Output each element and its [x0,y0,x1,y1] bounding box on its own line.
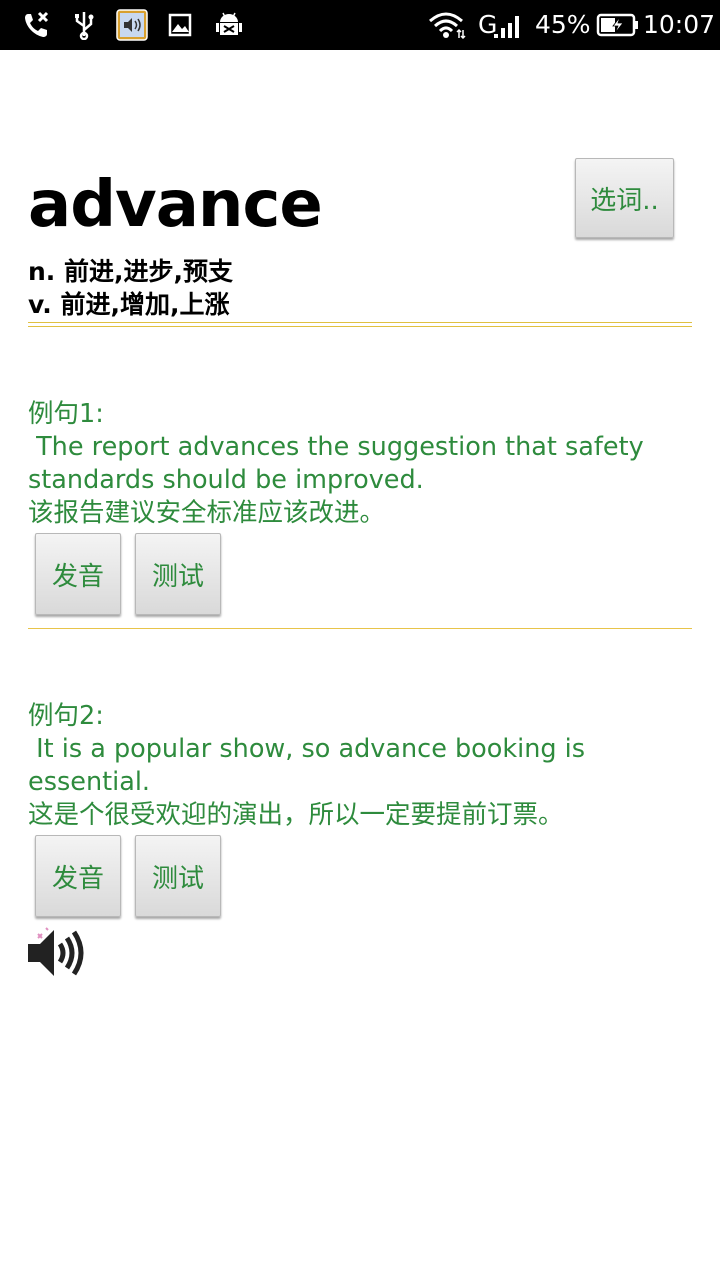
signal-icon [494,16,519,38]
example-2-label: 例句2: [28,701,104,731]
clock: 10:07 [643,10,716,39]
example-1-english-line1: The report advances the suggestion that … [28,432,644,462]
speaker-icon[interactable] [26,926,88,980]
example-1: 例句1: The report advances the suggestion … [28,398,688,530]
example-2-chinese: 这是个很受欢迎的演出，所以一定要提前订票。 [28,800,564,830]
definitions: n. 前进,进步,预支 v. 前进,增加,上涨 [28,255,233,321]
example-2-pronounce-button[interactable]: 发音 [35,835,121,917]
definition-verb: v. 前进,增加,上涨 [28,290,230,319]
example-1-test-button[interactable]: 测试 [135,533,221,615]
example-divider [28,628,692,629]
wifi-icon [429,12,466,40]
example-1-chinese: 该报告建议安全标准应该改进。 [28,498,386,528]
example-2-test-button[interactable]: 测试 [135,835,221,917]
example-2-english-line1: It is a popular show, so advance booking… [28,734,586,764]
usb-icon [75,12,94,40]
header-divider [28,322,692,327]
image-icon [168,13,192,37]
example-1-label: 例句1: [28,399,104,429]
example-2: 例句2: It is a popular show, so advance bo… [28,700,688,832]
battery-charging-icon [596,13,638,37]
battery-percent: 45% [535,10,591,39]
missed-call-icon [25,11,49,37]
example-1-english-line2: standards should be improved. [28,465,424,495]
sound-app-icon [116,9,148,41]
status-bar: G 45% 10:07 [0,0,720,50]
example-2-english-line2: essential. [28,767,151,797]
example-1-pronounce-button[interactable]: 发音 [35,533,121,615]
android-debug-icon [216,12,242,35]
select-word-button[interactable]: 选词.. [575,158,674,238]
headword: advance [28,168,323,242]
definition-noun: n. 前进,进步,预支 [28,257,233,286]
